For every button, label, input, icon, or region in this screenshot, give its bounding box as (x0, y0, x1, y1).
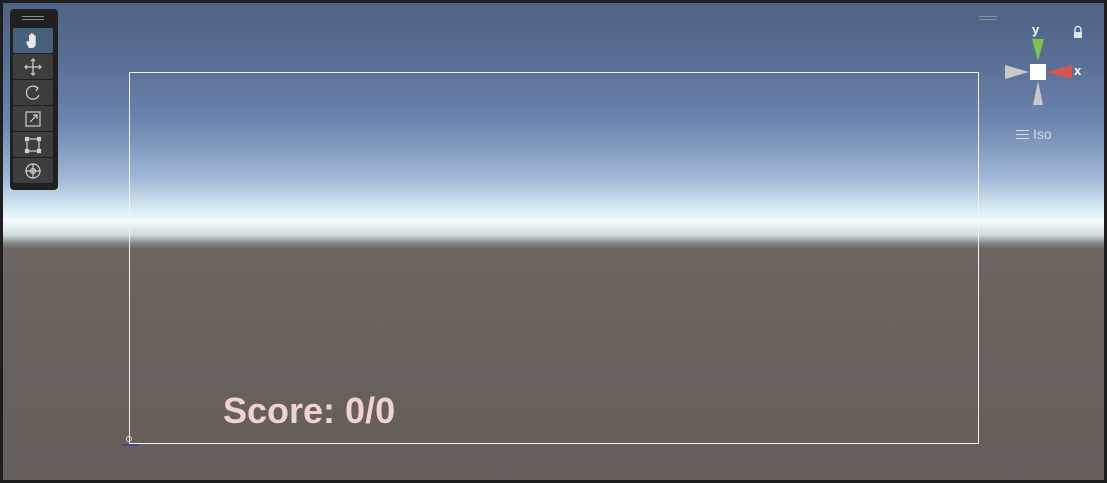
projection-label: Iso (1033, 126, 1052, 142)
transform-icon (25, 162, 41, 179)
scene-view[interactable]: Score: 0/0 y x Iso (0, 0, 1107, 483)
y-axis-label: y (1032, 22, 1040, 37)
scene-tools-overlay (10, 9, 58, 190)
canvas-bounds (129, 72, 979, 444)
x-axis-label: x (1074, 63, 1082, 78)
hand-tool-button[interactable] (13, 28, 53, 53)
pivot-icon (122, 436, 138, 446)
projection-toggle[interactable]: Iso (1016, 126, 1052, 142)
menu-icon (1016, 129, 1029, 139)
score-text: Score: 0/0 (223, 390, 396, 431)
overlay-drag-handle[interactable] (22, 16, 44, 22)
scale-tool-button[interactable] (13, 106, 53, 131)
rect-tool-button[interactable] (13, 132, 53, 157)
gizmo-center-cube[interactable] (1030, 64, 1046, 80)
rotate-tool-button[interactable] (13, 80, 53, 105)
y-axis-cone[interactable] (1032, 39, 1044, 61)
transform-tool-button[interactable] (13, 158, 53, 183)
lock-icon[interactable] (1071, 25, 1085, 39)
rotate-icon (25, 85, 40, 100)
move-tool-button[interactable] (13, 54, 53, 79)
gizmo-drag-handle[interactable] (979, 16, 997, 20)
hand-icon (26, 32, 36, 48)
rect-transform-icon (24, 136, 42, 153)
scale-icon (25, 110, 41, 127)
neg-x-axis-cone[interactable] (1005, 65, 1029, 79)
neg-y-axis-cone[interactable] (1033, 81, 1043, 105)
x-axis-cone[interactable] (1047, 65, 1072, 79)
move-icon (24, 57, 42, 76)
